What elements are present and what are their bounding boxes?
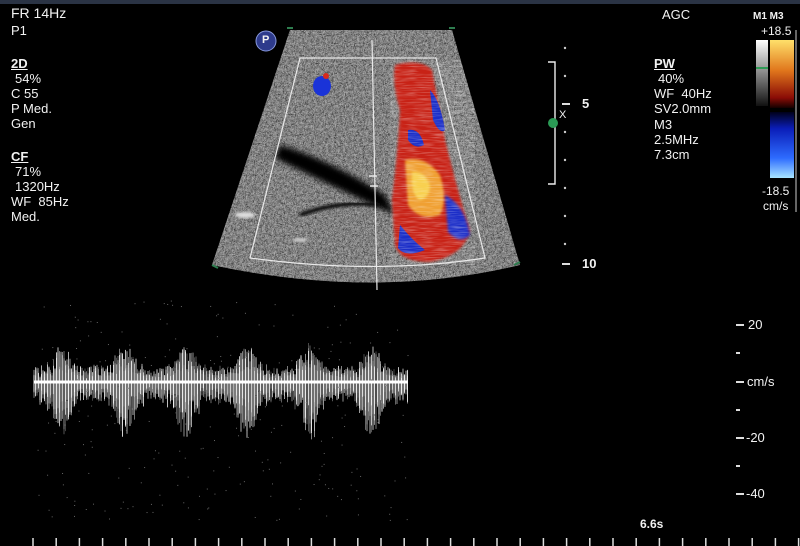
mode-cf-wall-filter: WF 85Hz — [11, 194, 69, 209]
depth-mark-5: 5 — [582, 96, 590, 111]
preset-label: P1 — [11, 23, 27, 38]
spectral-scale-unit: cm/s — [747, 374, 775, 389]
mode-pw-mode: M3 — [654, 117, 673, 132]
spectral-scale-minus-20: -20 — [746, 430, 765, 445]
spectral-doppler-trace — [33, 300, 409, 521]
mode-cf-prf: 1320Hz — [15, 179, 60, 194]
spectral-velocity-scale — [736, 324, 744, 495]
b-mode-sector — [212, 30, 520, 283]
mode-pw-title: PW — [654, 56, 675, 71]
mode-2d-power: P Med. — [11, 101, 52, 116]
color-bar-min: -18.5 — [762, 184, 790, 198]
depth-mark-10: 10 — [582, 256, 597, 271]
time-axis — [32, 538, 800, 546]
depth-scale — [562, 46, 570, 265]
mode-pw-sample-volume: SV2.0mm — [654, 101, 712, 116]
frame-rate: FR 14Hz — [11, 5, 67, 21]
mode-pw-gain: 40% — [658, 71, 685, 86]
mode-pw-depth: 7.3cm — [654, 147, 690, 162]
color-bar-max: +18.5 — [761, 24, 792, 38]
mode-2d-gain: 54% — [15, 71, 42, 86]
mode-pw-freq: 2.5MHz — [654, 132, 699, 147]
mode-2d-title: 2D — [11, 56, 28, 71]
color-flow-blue-spot — [313, 76, 331, 96]
mode-cf-title: CF — [11, 149, 29, 164]
mode-2d-freq: Gen — [11, 116, 36, 131]
mode-cf-gain: 71% — [15, 164, 42, 179]
sweep-time: 6.6s — [640, 517, 664, 531]
mode-2d-compression: C 55 — [11, 86, 39, 101]
mode-cf-filter: Med. — [11, 209, 40, 224]
gate-marker: X — [559, 109, 567, 121]
color-bar-label: M1 M3 — [753, 11, 784, 22]
spectral-scale-20: 20 — [748, 317, 763, 332]
color-bar-unit: cm/s — [763, 199, 789, 213]
mode-pw-wall-filter: WF 40Hz — [654, 86, 712, 101]
spectral-scale-minus-40: -40 — [746, 486, 765, 501]
agc-label: AGC — [662, 7, 691, 22]
gate-position-dot — [548, 118, 558, 128]
probe-badge-letter: P — [262, 34, 270, 46]
